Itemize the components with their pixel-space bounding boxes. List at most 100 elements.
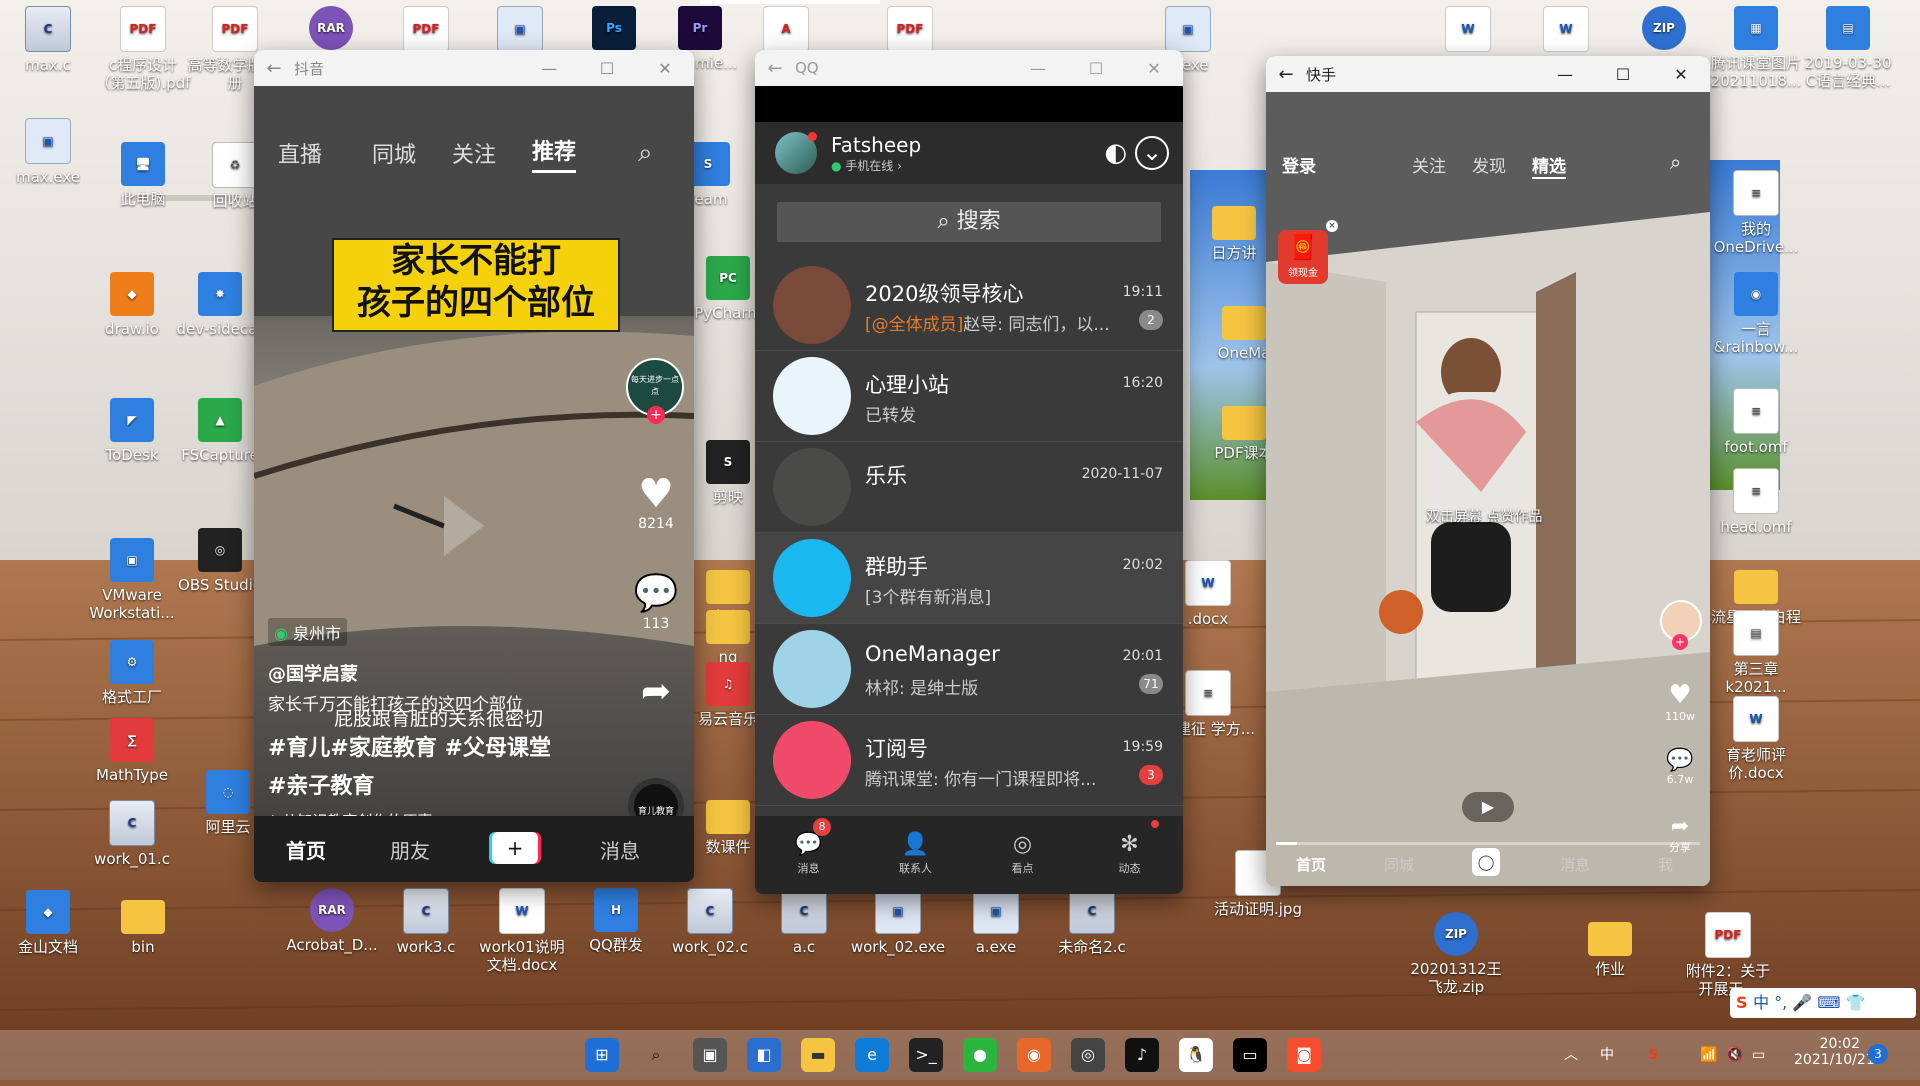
minimize-button[interactable]: — [520, 59, 578, 78]
start-button-icon[interactable]: ⊞ [585, 1038, 619, 1072]
desktop-icon[interactable]: ▤ 第三章 k2021... [1708, 610, 1804, 696]
maximize-button[interactable]: ☐ [578, 59, 636, 78]
desktop-icon[interactable]: Wwork01说明文档.docx [474, 888, 570, 974]
tab-follow[interactable]: 关注 [1412, 152, 1446, 177]
author-avatar[interactable]: + [1660, 600, 1702, 650]
wechat-icon[interactable]: ● [963, 1038, 997, 1072]
file-explorer-icon[interactable]: ▬ [801, 1038, 835, 1072]
desktop-icon[interactable]: ≡ 我的 OneDrive... [1708, 170, 1804, 256]
kuaishou-titlebar[interactable]: ← 快手 — ☐ ✕ [1266, 56, 1710, 92]
desktop-icon[interactable]: ⚙ 格式工厂 [84, 640, 180, 706]
battery-icon[interactable]: ▭ [1752, 1030, 1765, 1080]
desktop-icon[interactable]: PDF [862, 6, 958, 56]
comment-button[interactable]: 💬 6.7w [1660, 748, 1700, 786]
minimize-button[interactable]: — [1536, 65, 1594, 84]
close-icon[interactable]: × [1326, 220, 1338, 232]
tab-me[interactable]: 我 [1658, 854, 1673, 875]
desktop-icon[interactable]: H QQ群发 [568, 888, 664, 954]
search-icon[interactable]: ⌕ [638, 138, 653, 169]
user-name[interactable]: Fatsheep [831, 133, 921, 157]
search-box[interactable]: ⌕ 搜索 [777, 202, 1161, 242]
desktop-icon[interactable]: PDF [378, 6, 474, 56]
tab-live[interactable]: 直播 [278, 137, 322, 169]
desktop-icon[interactable]: Cwork_02.c [662, 888, 758, 956]
desktop-icon[interactable]: ◆ draw.io [84, 272, 180, 338]
tab-messages[interactable]: 消息 [600, 835, 640, 864]
comment-button[interactable]: 💬 113 [626, 572, 686, 632]
tab-city[interactable]: 同城 [372, 137, 416, 169]
desktop-icon[interactable]: Cwork3.c [378, 888, 474, 956]
desktop-icon[interactable]: ZIP 20201312王飞龙.zip [1408, 912, 1504, 996]
like-button[interactable]: ♥ 8214 [626, 472, 686, 532]
desktop-icon[interactable]: ▤ 2019-03-30 C语言经典... [1800, 6, 1896, 90]
share-button[interactable]: ➦ [626, 670, 686, 714]
desktop-icon[interactable]: Ca.c [756, 888, 852, 956]
tab-city[interactable]: 同城 [1384, 854, 1414, 875]
hashtags-2[interactable]: #亲子教育 [268, 768, 374, 800]
desktop-icon[interactable]: PDF 附件2：关于开展天... [1680, 912, 1776, 998]
maximize-button[interactable]: ☐ [1067, 59, 1125, 78]
kuaishou-icon[interactable]: ◙ [1287, 1038, 1321, 1072]
online-status[interactable]: ● 手机在线 › [831, 157, 921, 174]
input-language[interactable]: 中 [1600, 1030, 1614, 1080]
desktop-icon[interactable]: 🖥 此电脑 [95, 142, 191, 208]
search-icon[interactable]: ⌕ [639, 1038, 673, 1072]
desktop-icon[interactable]: ▦ 腾讯课堂图片20211018... [1708, 6, 1804, 90]
login-button[interactable]: 登录 [1282, 152, 1316, 177]
desktop-icon[interactable]: ∑ MathType [84, 718, 180, 784]
create-button[interactable]: + [492, 832, 538, 864]
chat-list-item[interactable]: OneManager 林祁: 是绅士版 20:01 71 [755, 624, 1183, 715]
chat-list-item[interactable]: 群助手 [3个群有新消息] 20:02 [755, 533, 1183, 624]
desktop-icon[interactable]: C 未命名2.c [1044, 888, 1140, 956]
tab-featured[interactable]: 精选 [1532, 152, 1566, 179]
terminal-icon[interactable]: >_ [909, 1038, 943, 1072]
tab-messages[interactable]: 消息 [1560, 854, 1590, 875]
play-button[interactable]: ▶ [1462, 792, 1514, 822]
qq-titlebar[interactable]: ← QQ — ☐ ✕ [755, 50, 1183, 86]
tab-recommend[interactable]: 推荐 [532, 134, 577, 173]
desktop-icon[interactable]: 作业 [1562, 912, 1658, 978]
desktop-icon[interactable]: ◤ ToDesk [84, 398, 180, 464]
author-name[interactable]: @国学启蒙 [268, 660, 358, 686]
chat-list-item[interactable]: 订阅号 腾讯课堂: 你有一门课程即将... 19:59 3 [755, 715, 1183, 806]
chat-list-item[interactable]: 乐乐 2020-11-07 [755, 442, 1183, 533]
back-arrow-icon[interactable]: ← [254, 58, 294, 79]
clock[interactable]: 20:02 2021/10/21 [1794, 1036, 1875, 1086]
desktop-icon[interactable]: Ps [566, 6, 662, 54]
tab-discover[interactable]: 发现 [1472, 152, 1506, 177]
firefox-icon[interactable]: ◉ [1017, 1038, 1051, 1072]
sogou-tray-icon[interactable]: S [1648, 1030, 1658, 1080]
volume-icon[interactable]: 🔇 [1726, 1030, 1743, 1080]
desktop-icon[interactable]: Cwork_01.c [84, 800, 180, 868]
widgets-icon[interactable]: ◧ [747, 1038, 781, 1072]
close-button[interactable]: ✕ [1652, 65, 1710, 84]
theme-toggle-icon[interactable]: ◐ [1104, 138, 1127, 168]
hashtags[interactable]: #育儿#家庭教育 #父母课堂 [268, 730, 551, 762]
author-avatar[interactable]: 每天进步一点点 + [626, 358, 686, 424]
record-button[interactable]: ◯ [1472, 848, 1500, 876]
more-menu-icon[interactable]: ⌄ [1135, 136, 1169, 170]
desktop-icon[interactable]: ◉ 一言 &rainbow... [1708, 272, 1804, 356]
desktop-icon[interactable]: ▣ max.exe [0, 118, 96, 186]
desktop-icon[interactable]: RAR [283, 6, 379, 54]
tray-overflow-icon[interactable]: ︿ [1564, 1030, 1578, 1080]
desktop-icon[interactable]: ZIP [1616, 6, 1712, 54]
desktop-icon[interactable]: RAR Acrobat_D... [284, 888, 380, 954]
desktop-icon[interactable]: W [1420, 6, 1516, 56]
desktop-icon[interactable]: W 育老师评 价.docx [1708, 696, 1804, 782]
minimize-button[interactable]: — [1009, 59, 1067, 78]
qq-icon[interactable]: 🐧 [1179, 1038, 1213, 1072]
douyin-icon[interactable]: ♪ [1125, 1038, 1159, 1072]
kuaishou-window[interactable]: ← 快手 — ☐ ✕ 登录 关注 发现 精选 ⌕ 🧧 领现金 × 双击屏幕 点赞… [1266, 56, 1710, 886]
qq-window[interactable]: ← QQ — ☐ ✕ Fatsheep ● 手机在线 › ◐ ⌄ ⌕ 搜索 20… [755, 50, 1183, 894]
desktop-icon[interactable]: ≡ head.omf [1708, 468, 1804, 536]
edge-icon[interactable]: e [855, 1038, 889, 1072]
douyin-window[interactable]: ← 抖音 — ☐ ✕ 直播 同城 关注 推荐 ⌕ 家长不能打 孩子的四个部位 每… [254, 50, 694, 882]
location-tag[interactable]: ◉ 泉州市 [268, 618, 348, 646]
desktop-icon[interactable]: ▣ a.exe [948, 888, 1044, 956]
video-player[interactable]: 登录 关注 发现 精选 ⌕ 🧧 领现金 × 双击屏幕 点赞作品 + ♥ 110w… [1266, 92, 1710, 886]
tab-messages[interactable]: 💬 消息 8 [755, 816, 862, 894]
close-button[interactable]: ✕ [636, 59, 694, 78]
close-button[interactable]: ✕ [1125, 59, 1183, 78]
tab-friends[interactable]: 朋友 [390, 835, 430, 864]
